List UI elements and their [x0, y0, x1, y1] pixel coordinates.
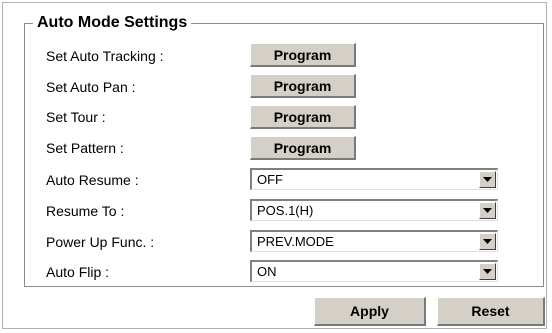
set-tour-program-button[interactable]: Program — [250, 105, 356, 129]
section-title: Auto Mode Settings — [33, 14, 192, 32]
set-auto-pan-label: Set Auto Pan : — [46, 79, 136, 95]
set-auto-tracking-label: Set Auto Tracking : — [46, 48, 164, 64]
power-up-func-label: Power Up Func. : — [46, 234, 155, 250]
power-up-func-select[interactable]: PREV.MODE — [250, 230, 498, 252]
auto-resume-label: Auto Resume : — [46, 172, 139, 188]
power-up-func-value: PREV.MODE — [257, 234, 334, 249]
chevron-down-icon[interactable] — [479, 263, 496, 280]
resume-to-label: Resume To : — [46, 203, 125, 219]
resume-to-value: POS.1(H) — [257, 203, 314, 218]
resume-to-select[interactable]: POS.1(H) — [250, 199, 498, 221]
auto-flip-value: ON — [257, 264, 277, 279]
set-pattern-label: Set Pattern : — [46, 140, 124, 156]
apply-button[interactable]: Apply — [314, 297, 426, 326]
chevron-down-icon[interactable] — [479, 233, 496, 250]
set-auto-tracking-program-button[interactable]: Program — [250, 43, 356, 67]
reset-button[interactable]: Reset — [437, 297, 545, 326]
chevron-down-icon[interactable] — [479, 171, 496, 188]
chevron-down-icon[interactable] — [479, 202, 496, 219]
set-pattern-program-button[interactable]: Program — [250, 136, 356, 160]
auto-flip-select[interactable]: ON — [250, 260, 498, 282]
set-tour-label: Set Tour : — [46, 109, 106, 125]
auto-resume-value: OFF — [257, 172, 283, 187]
auto-resume-select[interactable]: OFF — [250, 168, 498, 190]
set-auto-pan-program-button[interactable]: Program — [250, 74, 356, 98]
auto-flip-label: Auto Flip : — [46, 264, 110, 280]
